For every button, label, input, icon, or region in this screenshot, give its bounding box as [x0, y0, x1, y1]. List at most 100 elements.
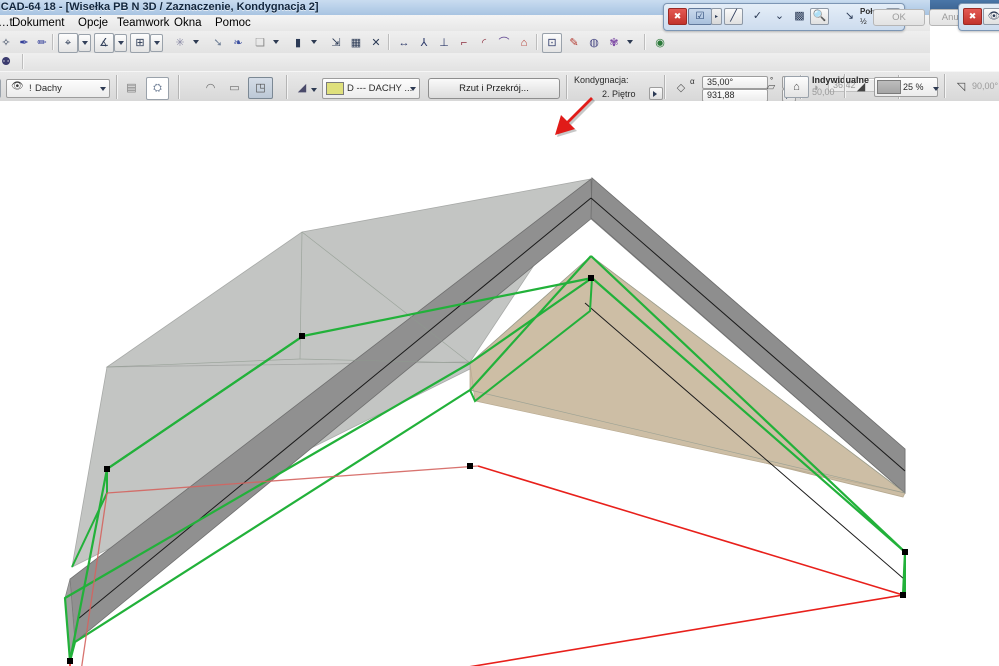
magnet-icon[interactable]: ✾	[604, 33, 624, 53]
thickness-field: 36,42	[828, 78, 890, 92]
close-button[interactable]: ✖	[963, 8, 982, 25]
layer-combo[interactable]: 👁 ! Dachy	[6, 79, 110, 98]
copy-icon[interactable]: ❏	[250, 33, 270, 53]
pen-weight-icon[interactable]: ◢	[292, 79, 312, 98]
record-icon[interactable]: ◉	[650, 33, 670, 53]
stop-button[interactable]: ✖	[668, 8, 687, 25]
node-valley[interactable]	[467, 463, 473, 469]
chevron-down-icon[interactable]	[310, 34, 319, 50]
arc-icon[interactable]: ◜	[474, 33, 494, 53]
roof-shape-multi-icon[interactable]: ◳	[248, 77, 273, 99]
snap-grid-dropdown[interactable]	[150, 34, 163, 52]
toolbar-separator	[536, 34, 538, 50]
snap-off-icon[interactable]: ⌖	[58, 33, 78, 53]
measure-icon[interactable]: ⇲	[326, 33, 346, 53]
infobar-separator	[664, 75, 666, 99]
walk-icon[interactable]: ⚉	[0, 53, 16, 72]
arrow-tool-icon[interactable]: ➘	[208, 33, 228, 53]
chevron-down-icon[interactable]	[310, 82, 319, 98]
roof-shape-single-icon[interactable]: ◠	[200, 79, 221, 98]
node-left-ridge[interactable]	[299, 333, 305, 339]
menu-opcje[interactable]: Opcje	[74, 16, 112, 30]
menu-dokument[interactable]: Dokument	[8, 16, 68, 30]
node-left-bottom[interactable]	[67, 658, 73, 664]
snap-point-button[interactable]: ✓	[748, 8, 767, 25]
chevron-down-icon[interactable]	[192, 34, 201, 50]
material-swatch	[326, 82, 344, 95]
pet-palette: ✖ ☑ ▸ ╱ ✓ ⌄ ▩ 🔍 ↘ Połowa ½ ▸	[663, 3, 905, 31]
align-node-icon[interactable]: ⅄	[414, 33, 434, 53]
snap-angle-icon[interactable]: ∡	[94, 33, 114, 53]
line-button[interactable]: ╱	[724, 8, 743, 25]
material-combo[interactable]: D --- DACHY ...	[322, 78, 420, 99]
infobar-separator	[178, 75, 180, 99]
chevron-down-icon[interactable]	[626, 34, 635, 50]
window-title: …hiCAD-64 18 - [Wisełka PB N 3D / Zaznac…	[0, 1, 319, 13]
split-sub: ½	[860, 17, 867, 26]
globe-icon[interactable]: ◍	[584, 33, 604, 53]
chevron-down-icon[interactable]	[99, 81, 108, 97]
corner-icon[interactable]: ⌐	[454, 33, 474, 53]
sun-icon[interactable]: ✳	[170, 33, 190, 53]
storey-spinner[interactable]	[649, 87, 663, 100]
split-line-button[interactable]: ↘	[840, 8, 859, 25]
node-right-bottom[interactable]	[900, 592, 906, 598]
layer-name: Dachy	[35, 83, 62, 94]
home-icon[interactable]: ⌂	[514, 33, 534, 53]
chevron-down-icon[interactable]	[272, 34, 281, 50]
ok-button[interactable]: OK	[873, 9, 925, 26]
window-controls-palette: ✖ 👁	[958, 3, 999, 31]
table-icon[interactable]: ▦	[346, 33, 366, 53]
main-toolbar: ✧ ✒ ✏ ⌖ ∡ ⊞ ✳ ➘ ❧ ❏ ▮ ⇲ ▦ ✕ ↔ ⅄ ⊥ ⌐ ◜ ⌒ …	[0, 31, 930, 54]
palette-expand-button[interactable]: ▸	[711, 8, 722, 25]
delete-icon[interactable]: ✕	[366, 33, 386, 53]
infobar-separator	[286, 75, 288, 99]
thickness-icon: ◗	[813, 82, 820, 94]
node-right-eave[interactable]	[902, 549, 908, 555]
menu-okna[interactable]: Okna	[170, 16, 206, 30]
node-left-eave[interactable]	[104, 466, 110, 472]
node-ridge-top[interactable]	[588, 275, 594, 281]
arrow-select-icon[interactable]: ↗	[0, 79, 1, 98]
elevation-value: 931,88	[707, 90, 735, 100]
line-weight-icon[interactable]: ▮	[288, 33, 308, 53]
toolbar-separator	[388, 34, 390, 50]
align-h-icon[interactable]: ↔	[394, 33, 414, 53]
snap-angle-dropdown[interactable]	[114, 34, 127, 52]
chevron-down-icon[interactable]	[409, 81, 418, 97]
3d-viewport[interactable]	[0, 101, 999, 666]
checkbox-cursor-button[interactable]: ☑	[688, 8, 712, 25]
angle-spinner[interactable]	[782, 76, 796, 89]
settings-button[interactable]: ⛭	[146, 77, 169, 100]
pen-icon[interactable]: ✒	[14, 33, 34, 53]
paint-icon[interactable]: ✎	[564, 33, 584, 53]
infobar-separator	[898, 75, 900, 99]
angle-symbol: α	[690, 77, 695, 86]
red-arrow-annotation	[551, 95, 611, 155]
menu-teamwork[interactable]: Teamwork	[113, 16, 173, 30]
leaf-icon[interactable]: ❧	[228, 33, 248, 53]
secondary-toolbar: ◦ ⚉	[0, 53, 930, 72]
roof-shape-flat-icon[interactable]: ▭	[224, 79, 245, 98]
snap-off-dropdown[interactable]	[78, 34, 91, 52]
material-label: D --- DACHY ...	[347, 83, 413, 94]
infobar-separator	[116, 75, 118, 99]
eye-icon: 👁	[11, 81, 24, 92]
storey-caption: Kondygnacja:	[574, 75, 629, 85]
zoom-button[interactable]: 🔍	[810, 8, 829, 25]
menu-pomoc[interactable]: Pomoc	[211, 16, 255, 30]
angle-field[interactable]: 35,00°	[702, 76, 768, 89]
info-box-overflow	[930, 71, 999, 103]
roof-angle-icon[interactable]: ◇	[670, 79, 692, 98]
fillet-icon[interactable]: ⌒	[494, 33, 514, 53]
pencil-icon[interactable]: ✏	[32, 33, 52, 53]
snap-grid-icon[interactable]: ⊞	[130, 33, 150, 53]
window-icon[interactable]: ⊡	[542, 33, 562, 53]
align-v-icon[interactable]: ⊥	[434, 33, 454, 53]
snap-mid-button[interactable]: ⌄	[770, 8, 789, 25]
snap-object-button[interactable]: ▩	[790, 8, 809, 25]
info-button[interactable]: ▤	[122, 79, 141, 98]
plan-section-button[interactable]: Rzut i Przekrój...	[428, 78, 560, 99]
eye-button[interactable]: 👁	[983, 8, 999, 25]
toolbar-separator	[52, 34, 54, 50]
